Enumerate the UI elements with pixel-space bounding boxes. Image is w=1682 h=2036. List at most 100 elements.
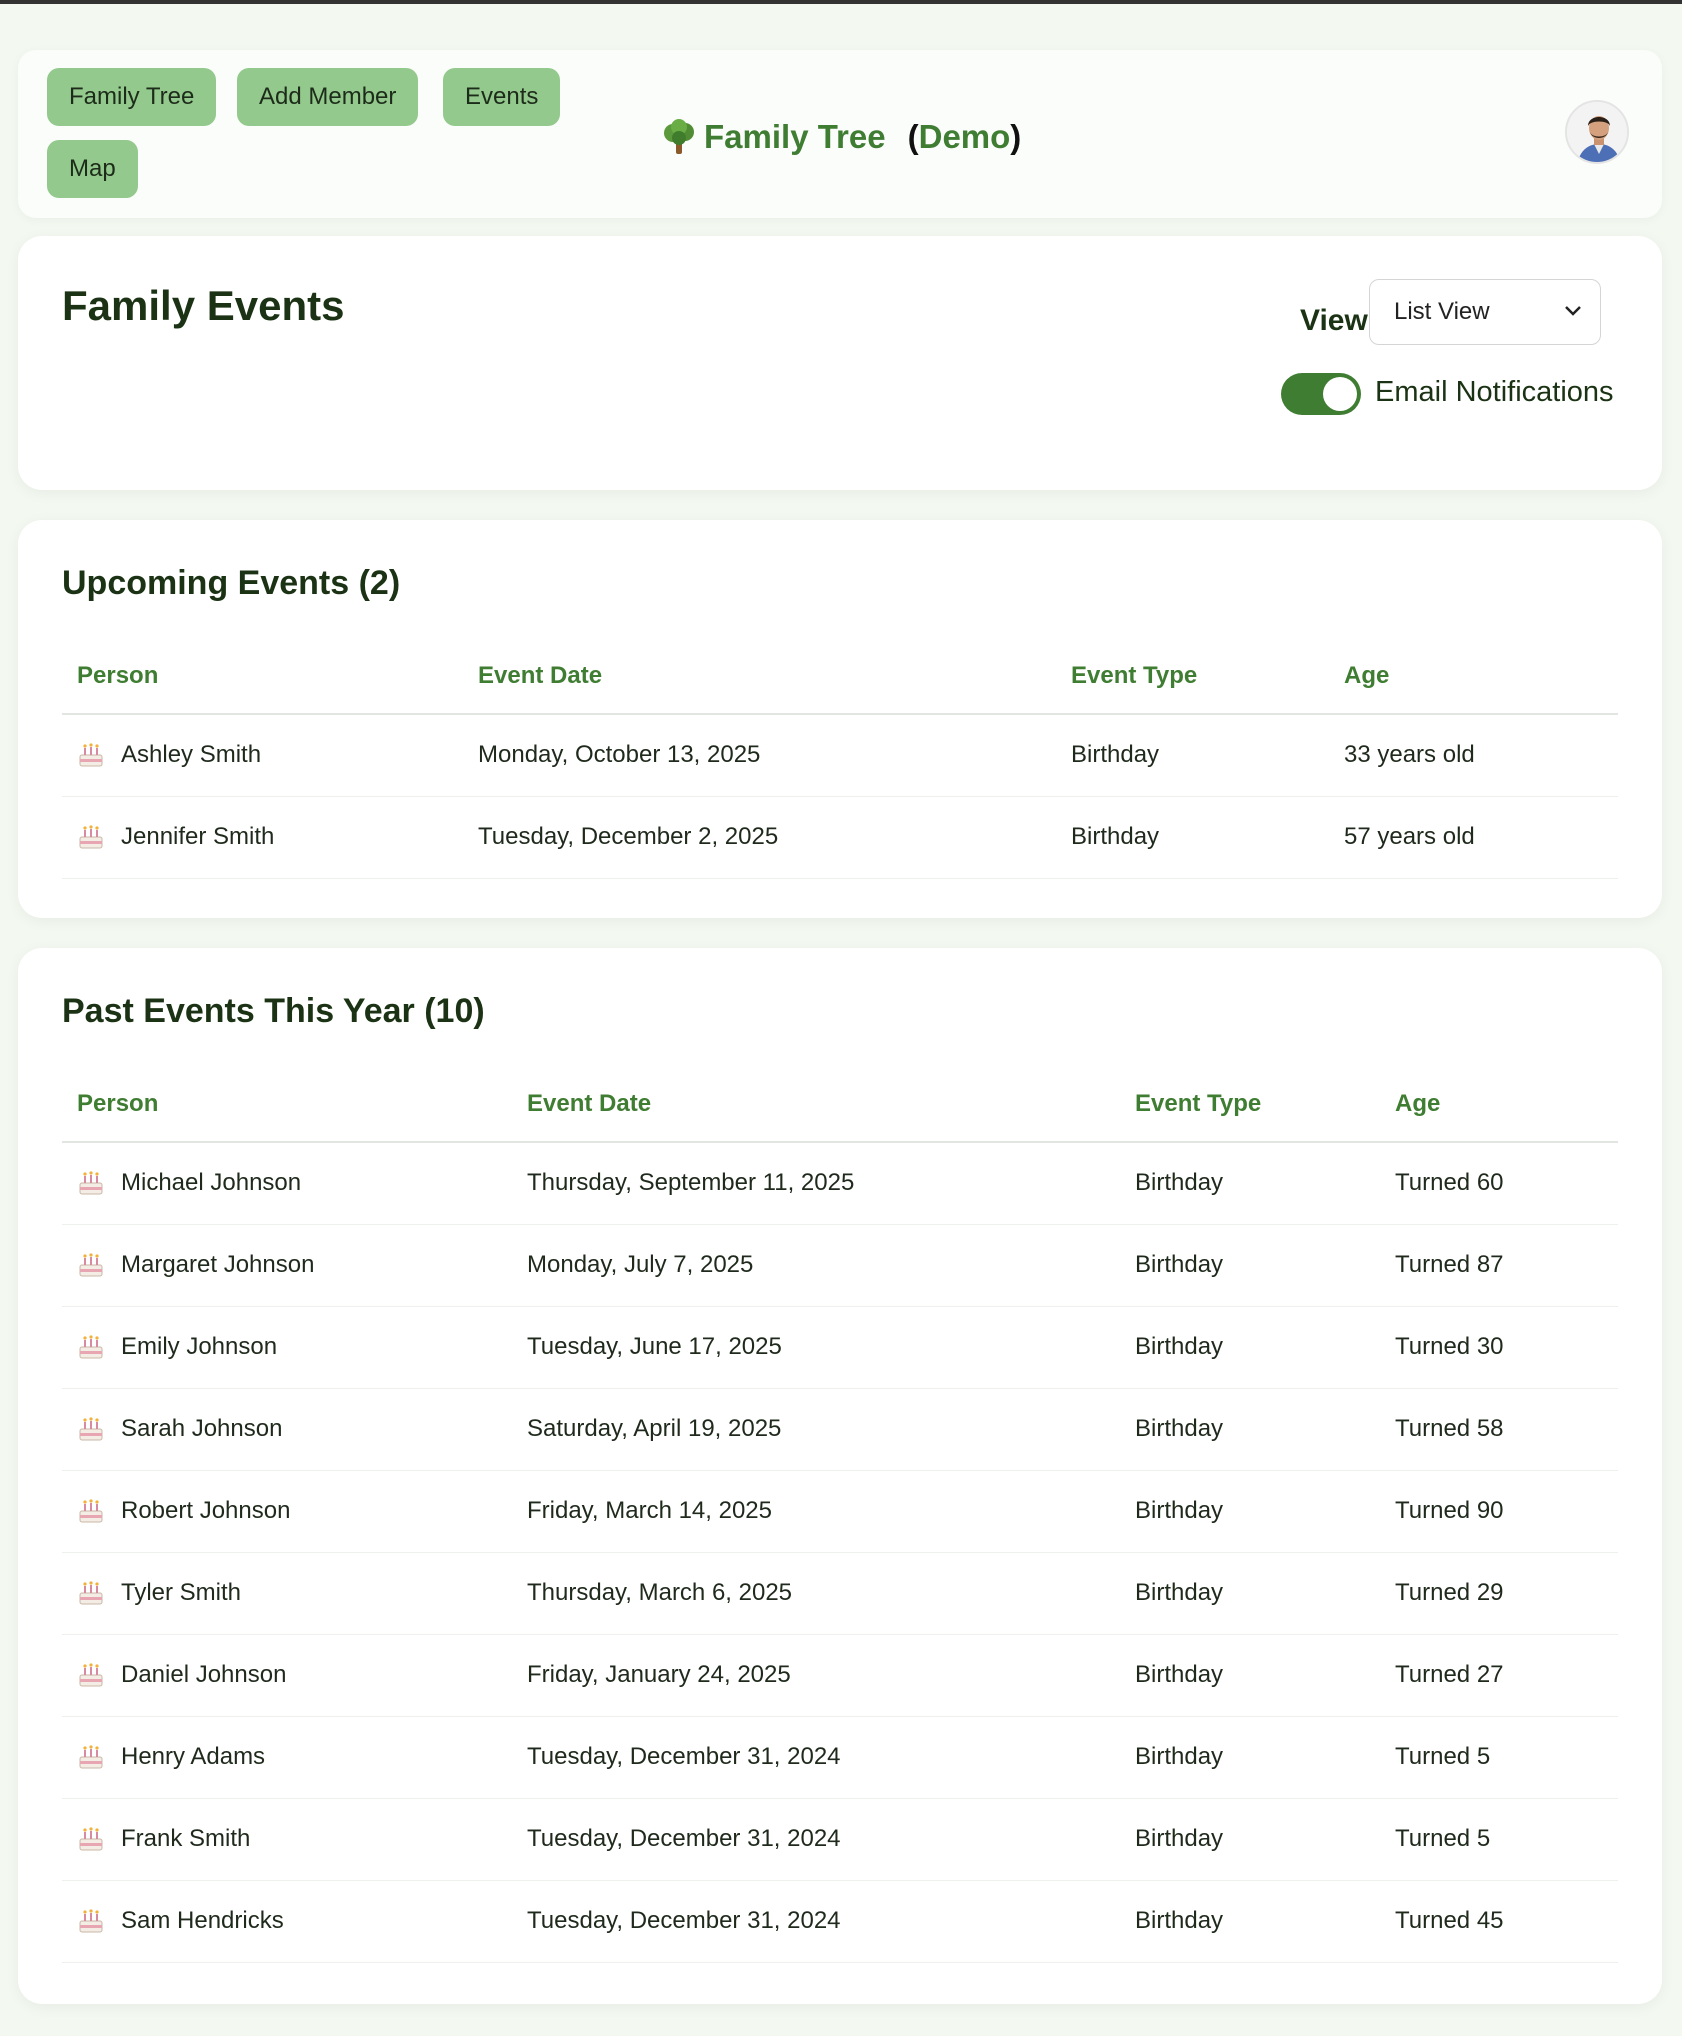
- age-cell: Turned 5: [1380, 1716, 1618, 1799]
- avatar-icon: [1567, 102, 1627, 162]
- person-cell: Sam Hendricks: [62, 1880, 512, 1963]
- person-name: Ashley Smith: [121, 741, 262, 769]
- brand-name: Family Tree: [704, 118, 886, 155]
- upcoming-events-table: Person Event Date Event Type Age Ashley …: [62, 638, 1618, 879]
- table-row[interactable]: Daniel Johnson Friday, January 24, 2025 …: [62, 1634, 1618, 1717]
- person-name: Emily Johnson: [121, 1333, 278, 1360]
- table-row[interactable]: Henry Adams Tuesday, December 31, 2024 B…: [62, 1716, 1618, 1799]
- nav-add-member-button[interactable]: Add Member: [237, 68, 419, 126]
- nav-family-tree-button[interactable]: Family Tree: [47, 68, 217, 126]
- table-row[interactable]: Margaret Johnson Monday, July 7, 2025 Bi…: [62, 1224, 1618, 1307]
- email-notifications-toggle[interactable]: [1281, 373, 1361, 415]
- person-name: Michael Johnson: [121, 1169, 302, 1197]
- birthday-cake-icon: [79, 743, 103, 767]
- view-select[interactable]: List View: [1369, 279, 1601, 345]
- age-cell: Turned 30: [1380, 1306, 1618, 1389]
- event-type-cell: Birthday: [1120, 1388, 1380, 1471]
- birthday-cake-icon: [79, 1581, 103, 1605]
- person-cell: Emily Johnson: [62, 1306, 512, 1389]
- event-type-cell: Birthday: [1056, 714, 1329, 797]
- person-cell: Ashley Smith: [62, 714, 463, 797]
- event-date-cell: Thursday, September 11, 2025: [512, 1142, 1120, 1225]
- birthday-cake-icon: [79, 825, 103, 849]
- page-title: Family Events: [62, 282, 345, 329]
- person-name: Sarah Johnson: [121, 1415, 283, 1442]
- person-cell: Jennifer Smith: [62, 796, 463, 879]
- age-cell: Turned 60: [1380, 1142, 1618, 1225]
- event-date-cell: Friday, January 24, 2025: [512, 1634, 1120, 1717]
- age-cell: Turned 27: [1380, 1634, 1618, 1717]
- birthday-cake-icon: [79, 1745, 103, 1769]
- column-header-age[interactable]: Age: [1329, 638, 1618, 715]
- chevron-down-icon: [1565, 306, 1581, 316]
- event-date-cell: Thursday, March 6, 2025: [512, 1552, 1120, 1635]
- table-row[interactable]: Robert Johnson Friday, March 14, 2025 Bi…: [62, 1470, 1618, 1553]
- column-header-event-type[interactable]: Event Type: [1120, 1066, 1380, 1143]
- tree-icon: [664, 119, 694, 154]
- table-row[interactable]: Emily Johnson Tuesday, June 17, 2025 Bir…: [62, 1306, 1618, 1389]
- birthday-cake-icon: [79, 1909, 103, 1933]
- nav-map-button[interactable]: Map: [47, 140, 138, 198]
- age-cell: Turned 45: [1380, 1880, 1618, 1963]
- person-name: Margaret Johnson: [121, 1251, 315, 1278]
- birthday-cake-icon: [79, 1417, 103, 1441]
- brand-demo: Demo: [918, 118, 1011, 155]
- event-date-cell: Tuesday, June 17, 2025: [512, 1306, 1120, 1389]
- person-cell: Sarah Johnson: [62, 1388, 512, 1471]
- table-row[interactable]: Sarah Johnson Saturday, April 19, 2025 B…: [62, 1388, 1618, 1471]
- birthday-cake-icon: [79, 1663, 103, 1687]
- past-events-table: Person Event Date Event Type Age Michael…: [62, 1066, 1618, 1963]
- event-type-cell: Birthday: [1120, 1306, 1380, 1389]
- column-header-event-type[interactable]: Event Type: [1056, 638, 1329, 715]
- past-events-title: Past Events This Year (10): [62, 992, 485, 1030]
- table-row[interactable]: Tyler Smith Thursday, March 6, 2025 Birt…: [62, 1552, 1618, 1635]
- birthday-cake-icon: [79, 1253, 103, 1277]
- user-avatar[interactable]: [1565, 100, 1629, 164]
- top-border: [0, 0, 1682, 4]
- table-row[interactable]: Ashley Smith Monday, October 13, 2025 Bi…: [62, 714, 1618, 797]
- person-name: Frank Smith: [121, 1825, 251, 1852]
- event-date-cell: Monday, October 13, 2025: [463, 714, 1056, 797]
- age-cell: 57 years old: [1329, 796, 1618, 879]
- person-cell: Michael Johnson: [62, 1142, 512, 1225]
- age-cell: Turned 87: [1380, 1224, 1618, 1307]
- person-cell: Tyler Smith: [62, 1552, 512, 1635]
- event-type-cell: Birthday: [1120, 1552, 1380, 1635]
- table-header-row: Person Event Date Event Type Age: [62, 638, 1618, 715]
- table-row[interactable]: Michael Johnson Thursday, September 11, …: [62, 1142, 1618, 1225]
- age-cell: Turned 90: [1380, 1470, 1618, 1553]
- table-header-row: Person Event Date Event Type Age: [62, 1066, 1618, 1143]
- column-header-age[interactable]: Age: [1380, 1066, 1618, 1143]
- event-date-cell: Saturday, April 19, 2025: [512, 1388, 1120, 1471]
- person-name: Sam Hendricks: [121, 1907, 284, 1934]
- person-name: Daniel Johnson: [121, 1661, 287, 1688]
- view-select-value: List View: [1394, 298, 1490, 325]
- table-row[interactable]: Sam Hendricks Tuesday, December 31, 2024…: [62, 1880, 1618, 1963]
- birthday-cake-icon: [79, 1499, 103, 1523]
- upcoming-events-card: Upcoming Events (2) Person Event Date Ev…: [18, 520, 1662, 918]
- event-type-cell: Birthday: [1120, 1716, 1380, 1799]
- past-events-body: Michael Johnson Thursday, September 11, …: [62, 1142, 1618, 1963]
- age-cell: Turned 5: [1380, 1798, 1618, 1881]
- event-date-cell: Tuesday, December 31, 2024: [512, 1798, 1120, 1881]
- event-type-cell: Birthday: [1056, 796, 1329, 879]
- table-row[interactable]: Jennifer Smith Tuesday, December 2, 2025…: [62, 796, 1618, 879]
- column-header-person[interactable]: Person: [62, 1066, 512, 1143]
- event-type-cell: Birthday: [1120, 1880, 1380, 1963]
- event-date-cell: Friday, March 14, 2025: [512, 1470, 1120, 1553]
- brand-paren-close: ): [1010, 118, 1022, 155]
- birthday-cake-icon: [79, 1335, 103, 1359]
- column-header-event-date[interactable]: Event Date: [463, 638, 1056, 715]
- person-name: Henry Adams: [121, 1743, 266, 1770]
- person-name: Tyler Smith: [121, 1579, 242, 1606]
- toggle-knob: [1323, 377, 1357, 411]
- event-date-cell: Monday, July 7, 2025: [512, 1224, 1120, 1307]
- birthday-cake-icon: [79, 1827, 103, 1851]
- brand-title[interactable]: Family Tree ( Demo ): [662, 112, 1021, 162]
- upcoming-events-title: Upcoming Events (2): [62, 564, 401, 602]
- column-header-person[interactable]: Person: [62, 638, 463, 715]
- nav-events-button[interactable]: Events: [443, 68, 561, 126]
- column-header-event-date[interactable]: Event Date: [512, 1066, 1120, 1143]
- table-row[interactable]: Frank Smith Tuesday, December 31, 2024 B…: [62, 1798, 1618, 1881]
- email-notifications-label: Email Notifications: [1375, 376, 1614, 408]
